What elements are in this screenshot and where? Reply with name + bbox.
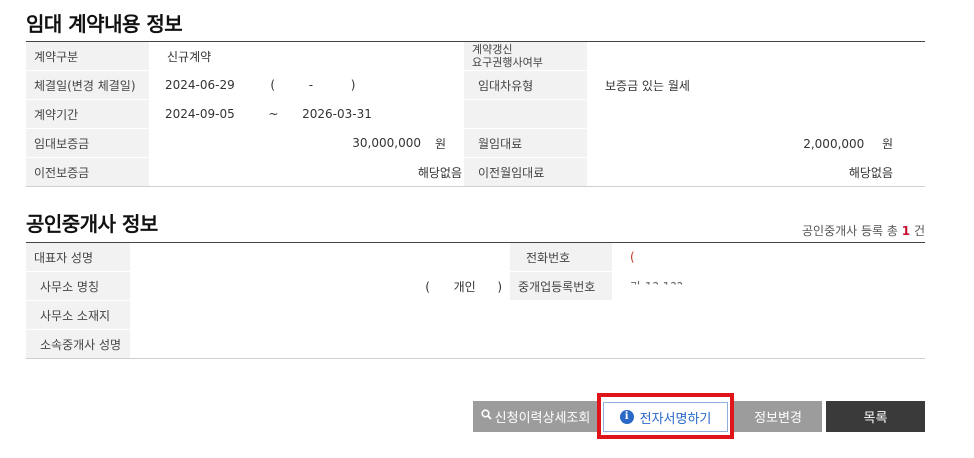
value-contract-date: 2024-06-29 ( - ) [149,70,464,100]
period-start: 2024-09-05 [165,107,235,121]
label-contract-period: 계약기간 [26,99,149,129]
agent-count-prefix: 공인중개사 등록 총 [801,224,898,238]
history-detail-button[interactable]: 신청이력상세조회 [473,401,598,432]
change-date-dash: - [308,78,314,92]
agent-count: 공인중개사 등록 총 1 건 [802,222,925,239]
contract-date: 2024-06-29 [165,78,235,92]
value-reg-no: 가 1? 1?? [612,271,925,285]
value-contract-type: 신규계약 [149,41,464,71]
label-deposit: 임대보증금 [26,128,149,158]
office-kind: 개인 [453,279,476,294]
monthly-unit: 원 [881,136,893,151]
agent-section-title: 공인중개사 정보 [26,212,158,236]
edit-info-button[interactable]: 정보변경 [734,401,822,432]
label-prev-deposit: 이전보증금 [26,157,149,187]
label-reg-no: 중개업등록번호 [510,271,612,301]
office-open: ( [425,279,430,294]
label-monthly-rent: 월임대료 [464,128,587,158]
change-date-open: ( [270,78,276,92]
contract-section-title: 임대 계약내용 정보 [26,12,183,36]
label-rep-name: 대표자 성명 [26,242,130,272]
search-icon [481,409,492,424]
value-office-name: ( 개인 ) [130,271,510,301]
label-contract-date: 체결일(변경 체결일) [26,70,149,100]
value-monthly-rent: 2,000,000 원 [587,128,925,158]
value-renewal [587,41,925,71]
agent-count-suffix: 건 [913,224,925,238]
period-tilde: ~ [268,107,279,121]
contract-info-table: 계약구분 신규계약 계약갱신 요구권행사여부 체결일(변경 체결일) 2024-… [26,41,925,187]
agent-count-value: 1 [901,224,911,238]
deposit-unit: 원 [435,128,464,158]
label-renewal: 계약갱신 요구권행사여부 [464,41,587,71]
value-rent-type: 보증금 있는 월세 [587,70,925,100]
label-prev-monthly: 이전월임대료 [464,157,587,187]
label-office-addr: 사무소 소재지 [26,300,130,330]
label-rent-type: 임대차유형 [464,70,587,100]
label-assoc-name: 소속중개사 성명 [26,329,130,359]
value-prev-deposit: 해당없음 [149,157,464,187]
office-close: ) [497,279,502,294]
value-rep-name [130,242,510,272]
period-end: 2026-03-31 [302,107,372,121]
value-prev-monthly: 해당없음 [587,157,925,187]
label-office-name: 사무소 명칭 [26,271,130,301]
value-office-addr [130,300,925,330]
empty-label [464,99,587,129]
history-detail-label: 신청이력상세조회 [494,411,591,426]
esign-highlight-box [597,393,734,439]
value-phone: ( [612,242,925,272]
value-deposit: 30,000,000 [149,128,435,158]
empty-value [587,99,925,129]
list-button[interactable]: 목록 [826,401,925,432]
value-assoc-name [130,329,925,359]
value-contract-period: 2024-09-05 ~ 2026-03-31 [149,99,464,129]
agent-info-table: 대표자 성명 전화번호 ( 사무소 명칭 ( 개인 ) 중개업등록번호 가 1?… [26,242,925,359]
change-date-close: ) [350,78,356,92]
label-phone: 전화번호 [510,242,612,272]
label-contract-type: 계약구분 [26,41,149,71]
monthly-amount: 2,000,000 [803,136,865,151]
